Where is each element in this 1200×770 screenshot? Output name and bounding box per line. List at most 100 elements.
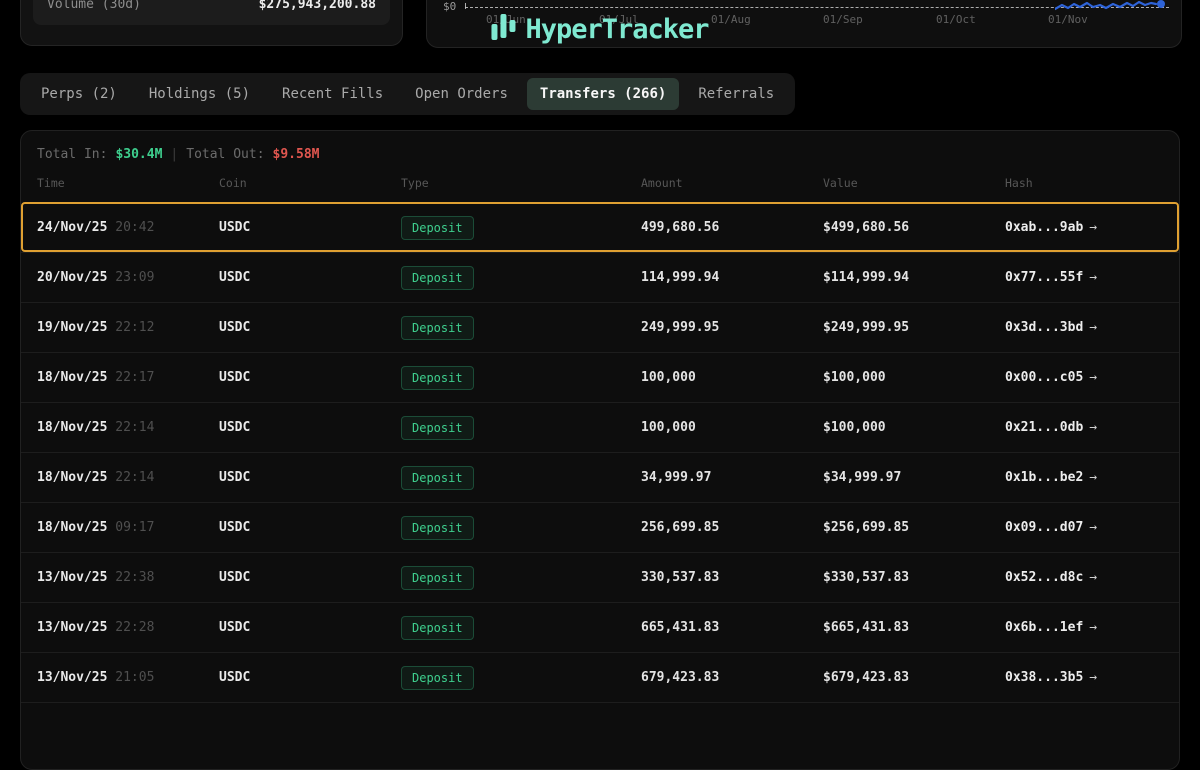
total-in-label: Total In: (37, 147, 107, 162)
hash-text: 0x38...3b5 (1005, 670, 1083, 685)
tab-perps-2[interactable]: Perps (2) (28, 78, 130, 110)
table-row[interactable]: 18/Nov/25 22:14USDCDeposit100,000$100,00… (21, 402, 1179, 452)
cell-amount: 100,000 (641, 370, 823, 385)
chart-endpoint-dot (1157, 0, 1165, 8)
cell-amount: 249,999.95 (641, 320, 823, 335)
total-out-value: $9.58M (273, 147, 320, 162)
cell-amount: 100,000 (641, 420, 823, 435)
cell-coin: USDC (219, 470, 401, 485)
hash-text: 0x52...d8c (1005, 570, 1083, 585)
hash-text: 0x00...c05 (1005, 370, 1083, 385)
hash-link[interactable]: 0x00...c05 → (1005, 370, 1179, 385)
table-row[interactable]: 18/Nov/25 22:17USDCDeposit100,000$100,00… (21, 352, 1179, 402)
cell-amount: 34,999.97 (641, 470, 823, 485)
table-row[interactable]: 24/Nov/25 20:42USDCDeposit499,680.56$499… (21, 202, 1179, 252)
table-row[interactable]: 18/Nov/25 09:17USDCDeposit256,699.85$256… (21, 502, 1179, 552)
deposit-badge: Deposit (401, 466, 474, 490)
external-arrow-icon: → (1089, 320, 1097, 335)
column-header-value: Value (823, 176, 1005, 190)
date-text: 13/Nov/25 (37, 570, 107, 585)
hash-link[interactable]: 0x21...0db → (1005, 420, 1179, 435)
time-text: 22:14 (107, 420, 154, 435)
cell-coin: USDC (219, 620, 401, 635)
deposit-badge: Deposit (401, 616, 474, 640)
hash-link[interactable]: 0x52...d8c→ (1005, 570, 1179, 585)
hash-link[interactable]: 0x6b...1ef→ (1005, 620, 1179, 635)
time-text: 20:42 (107, 220, 154, 235)
hypertracker-logo: HyperTracker (491, 12, 708, 46)
cell-amount: 679,423.83 (641, 670, 823, 685)
tab-open-orders[interactable]: Open Orders (402, 78, 521, 110)
date-text: 18/Nov/25 (37, 370, 107, 385)
transfers-panel: Total In: $30.4M | Total Out: $9.58M Tim… (20, 130, 1180, 770)
cell-coin: USDC (219, 270, 401, 285)
table-row[interactable]: 13/Nov/25 22:38USDCDeposit330,537.83$330… (21, 552, 1179, 602)
hash-link[interactable]: 0x77...55f→ (1005, 270, 1179, 285)
x-tick-label: 01/Sep (823, 13, 863, 26)
time-text: 09:17 (107, 520, 154, 535)
tab-referrals[interactable]: Referrals (685, 78, 787, 110)
column-header-type: Type (401, 176, 641, 190)
table-row[interactable]: 19/Nov/25 22:12USDCDeposit249,999.95$249… (21, 302, 1179, 352)
cell-time: 18/Nov/25 22:17 (37, 370, 219, 385)
cell-coin: USDC (219, 220, 401, 235)
cell-time: 18/Nov/25 09:17 (37, 520, 219, 535)
date-text: 24/Nov/25 (37, 220, 107, 235)
hash-link[interactable]: 0x3d...3bd→ (1005, 320, 1179, 335)
table-row[interactable]: 20/Nov/25 23:09USDCDeposit114,999.94$114… (21, 252, 1179, 302)
cell-value: $114,999.94 (823, 270, 1005, 285)
cell-time: 13/Nov/25 22:28 (37, 620, 219, 635)
deposit-badge: Deposit (401, 216, 474, 240)
cell-coin: USDC (219, 670, 401, 685)
cell-type: Deposit (401, 516, 641, 540)
table-row[interactable]: 13/Nov/25 22:28USDCDeposit665,431.83$665… (21, 602, 1179, 652)
external-arrow-icon: → (1089, 220, 1097, 235)
cell-coin: USDC (219, 570, 401, 585)
hash-link[interactable]: 0xab...9ab → (1005, 220, 1179, 235)
cell-type: Deposit (401, 266, 641, 290)
table-row[interactable]: 18/Nov/25 22:14USDCDeposit34,999.97$34,9… (21, 452, 1179, 502)
x-tick-label: 01/Nov (1048, 13, 1088, 26)
cell-type: Deposit (401, 416, 641, 440)
hash-text: 0xab...9ab (1005, 220, 1083, 235)
deposit-badge: Deposit (401, 266, 474, 290)
time-text: 21:05 (107, 670, 154, 685)
tab-bar: Perps (2)Holdings (5)Recent FillsOpen Or… (20, 73, 795, 115)
time-text: 22:38 (107, 570, 154, 585)
cell-value: $100,000 (823, 420, 1005, 435)
column-header-amount: Amount (641, 176, 823, 190)
cell-amount: 665,431.83 (641, 620, 823, 635)
deposit-badge: Deposit (401, 366, 474, 390)
hash-link[interactable]: 0x09...d07→ (1005, 520, 1179, 535)
cell-time: 19/Nov/25 22:12 (37, 320, 219, 335)
x-tick-label: 01/Oct (936, 13, 976, 26)
table-row[interactable]: 13/Nov/25 21:05USDCDeposit679,423.83$679… (21, 652, 1179, 702)
deposit-badge: Deposit (401, 416, 474, 440)
external-arrow-icon: → (1089, 620, 1097, 635)
cell-type: Deposit (401, 666, 641, 690)
candlestick-bars-icon (491, 12, 515, 46)
volume-label: Volume (30d) (47, 0, 141, 12)
column-header-hash: Hash (1005, 176, 1179, 190)
hash-link[interactable]: 0x38...3b5→ (1005, 670, 1179, 685)
tab-holdings-5[interactable]: Holdings (5) (136, 78, 263, 110)
hash-link[interactable]: 0x1b...be2→ (1005, 470, 1179, 485)
cell-time: 13/Nov/25 22:38 (37, 570, 219, 585)
y-axis-zero-label: $0 (443, 0, 456, 13)
tab-transfers-266[interactable]: Transfers (266) (527, 78, 679, 110)
cell-coin: USDC (219, 520, 401, 535)
time-text: 22:28 (107, 620, 154, 635)
table-header-row: TimeCoinTypeAmountValueHash (21, 163, 1179, 202)
cell-type: Deposit (401, 216, 641, 240)
hash-text: 0x21...0db (1005, 420, 1083, 435)
volume-stat-row: Volume (30d) $275,943,200.88 (33, 0, 390, 25)
tab-recent-fills[interactable]: Recent Fills (269, 78, 396, 110)
external-arrow-icon: → (1089, 370, 1097, 385)
cell-coin: USDC (219, 420, 401, 435)
external-arrow-icon: → (1089, 520, 1097, 535)
deposit-badge: Deposit (401, 666, 474, 690)
total-in-value: $30.4M (115, 147, 162, 162)
external-arrow-icon: → (1089, 420, 1097, 435)
x-tick-label: 01/Aug (711, 13, 751, 26)
summary-separator: | (170, 147, 178, 162)
